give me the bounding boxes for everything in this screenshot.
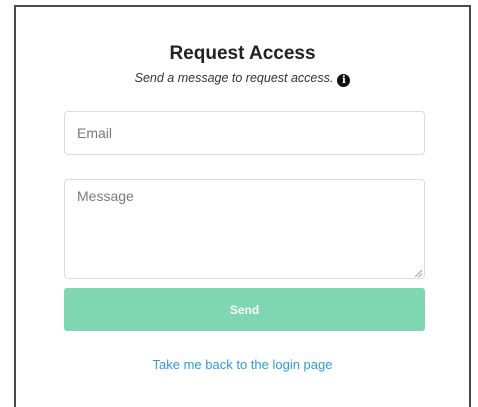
subtitle-row: Send a message to request access. i	[16, 71, 469, 87]
subtitle-text: Send a message to request access.	[134, 71, 334, 85]
request-access-panel: Request Access Send a message to request…	[14, 5, 471, 407]
info-icon[interactable]: i	[337, 74, 351, 87]
page-title: Request Access	[169, 43, 316, 64]
message-field[interactable]	[64, 179, 425, 279]
back-to-login-link[interactable]: Take me back to the login page	[16, 357, 469, 372]
resize-grip-icon[interactable]	[414, 269, 422, 277]
send-button[interactable]: Send	[64, 288, 425, 331]
email-field[interactable]	[64, 111, 425, 155]
